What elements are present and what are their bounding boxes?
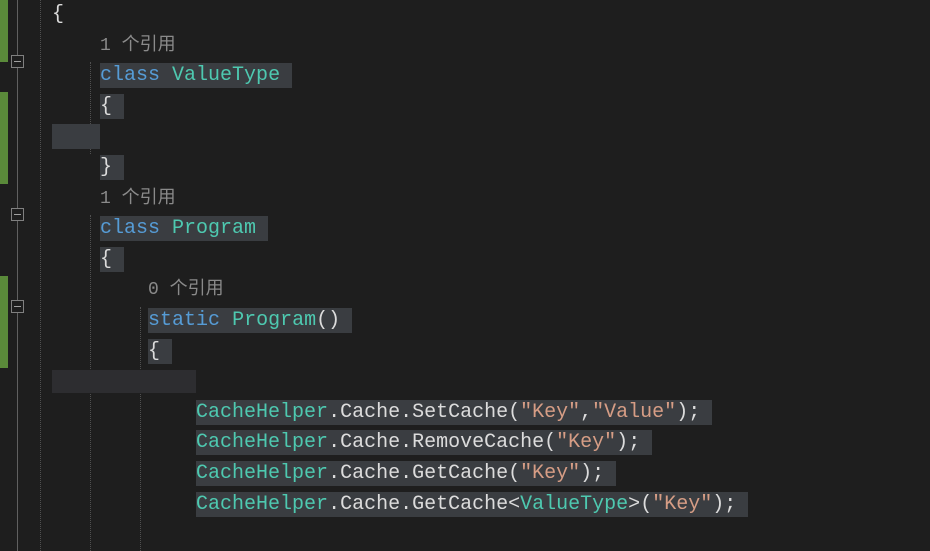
method-removecache: RemoveCache [412,431,544,454]
cache-prop: Cache [340,462,400,485]
code-line: { [28,92,930,123]
type-valuetype: ValueType [520,493,628,516]
keyword-class: class [100,64,160,87]
cachehelper: CacheHelper [196,493,328,516]
paren: () [316,309,340,332]
method-getcache-generic: GetCache [412,493,508,516]
brace-close: } [100,156,112,179]
string-key: "Key" [520,462,580,485]
brace-open: { [100,248,112,271]
cachehelper: CacheHelper [196,401,328,424]
code-line: class ValueType [28,61,930,92]
brace-open: { [148,340,160,363]
code-editor[interactable]: { 1 个引用 class ValueType { } 1 个引用 class … [0,0,930,551]
cache-prop: Cache [340,431,400,454]
cache-prop: Cache [340,401,400,424]
code-line [28,122,930,153]
codelens-references[interactable]: 0 个引用 [148,280,224,300]
codelens-line[interactable]: 0 个引用 [28,275,930,306]
change-marker-column [0,0,8,551]
type-program: Program [172,217,256,240]
brace-open: { [52,3,64,26]
brace-open: { [100,95,112,118]
code-line: } [28,153,930,184]
code-line: { [28,0,930,31]
code-line: class Program [28,214,930,245]
fold-toggle-icon[interactable] [11,55,24,68]
fold-toggle-icon[interactable] [11,300,24,313]
cachehelper: CacheHelper [196,431,328,454]
code-content[interactable]: { 1 个引用 class ValueType { } 1 个引用 class … [28,0,930,551]
type-valuetype: ValueType [172,64,280,87]
cache-prop: Cache [340,493,400,516]
code-line: CacheHelper.Cache.SetCache("Key","Value"… [28,398,930,429]
fold-toggle-icon[interactable] [11,208,24,221]
cachehelper: CacheHelper [196,462,328,485]
string-key: "Key" [520,401,580,424]
codelens-references[interactable]: 1 个引用 [100,189,176,209]
method-getcache: GetCache [412,462,508,485]
keyword-class: class [100,217,160,240]
string-key: "Key" [652,493,712,516]
code-line: CacheHelper.Cache.RemoveCache("Key"); [28,428,930,459]
code-line: { [28,337,930,368]
fold-column [8,0,28,551]
method-setcache: SetCache [412,401,508,424]
codelens-line[interactable]: 1 个引用 [28,184,930,215]
codelens-references[interactable]: 1 个引用 [100,36,176,56]
code-line: CacheHelper.Cache.GetCache<ValueType>("K… [28,490,930,521]
code-line [28,367,930,398]
code-line: static Program() [28,306,930,337]
keyword-static: static [148,309,220,332]
string-key: "Key" [556,431,616,454]
ctor-program: Program [232,309,316,332]
string-value: "Value" [592,401,676,424]
codelens-line[interactable]: 1 个引用 [28,31,930,62]
code-line: { [28,245,930,276]
code-line: CacheHelper.Cache.GetCache("Key"); [28,459,930,490]
